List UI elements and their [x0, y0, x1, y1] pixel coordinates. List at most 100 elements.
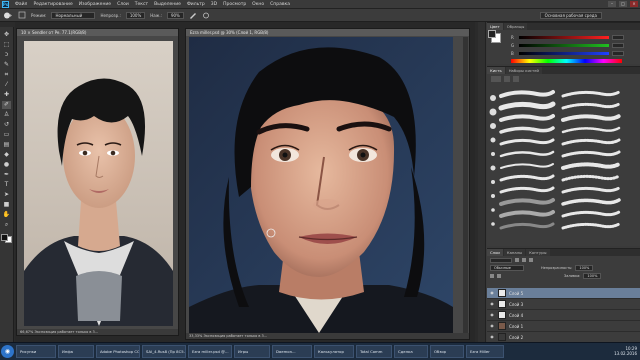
- blue-slider-row[interactable]: B: [487, 49, 640, 57]
- path-select-tool-icon[interactable]: ➤: [2, 191, 11, 199]
- quick-select-tool-icon[interactable]: ✎: [2, 61, 11, 69]
- lock-position-icon[interactable]: [497, 274, 501, 278]
- fg-swatch[interactable]: [488, 30, 496, 38]
- minimize-button[interactable]: –: [608, 1, 616, 7]
- brush-grid-icon[interactable]: [504, 76, 510, 82]
- eyedropper-tool-icon[interactable]: ⁄: [2, 81, 11, 89]
- dodge-tool-icon[interactable]: ●: [2, 161, 11, 169]
- mode-select[interactable]: Нормальный: [51, 11, 96, 19]
- taskbar-item[interactable]: Инфа: [58, 345, 94, 358]
- menu-layers[interactable]: Слои: [117, 2, 129, 7]
- taskbar-item[interactable]: Обзор: [430, 345, 464, 358]
- brush-presets-grid[interactable]: [487, 84, 637, 244]
- maximize-button[interactable]: □: [619, 1, 627, 7]
- menu-3d[interactable]: 3D: [211, 2, 217, 7]
- brush-preset-icon[interactable]: [3, 11, 13, 20]
- painting-document-title[interactable]: Ezra miller.psd @ 30% (Слой 1, RGB/8): [186, 29, 469, 36]
- layer-name[interactable]: Слой 3: [509, 302, 523, 307]
- tab-brush-presets[interactable]: Наборы кистей: [505, 67, 543, 74]
- red-value[interactable]: [612, 34, 624, 40]
- painting-document-window[interactable]: Ezra miller.psd @ 30% (Слой 1, RGB/8) 33…: [185, 28, 470, 340]
- lasso-tool-icon[interactable]: ↄ: [2, 51, 11, 59]
- filter-type-icon[interactable]: [529, 258, 533, 262]
- menu-file[interactable]: Файл: [15, 2, 27, 7]
- layer-name[interactable]: Слой 5: [509, 291, 523, 296]
- system-tray-clock[interactable]: 10:29 13.02.2016: [614, 346, 637, 356]
- taskbar-item[interactable]: Ezra miller.psd @...: [188, 345, 232, 358]
- lock-icon[interactable]: [490, 274, 494, 278]
- gradient-tool-icon[interactable]: ▤: [2, 141, 11, 149]
- tab-color[interactable]: Цвет: [487, 23, 503, 30]
- taskbar-item[interactable]: Игры: [234, 345, 270, 358]
- brush-tool-icon[interactable]: ✐: [2, 101, 11, 109]
- workspace-select[interactable]: Основная рабочая среда: [539, 12, 602, 19]
- layer-name[interactable]: Слой 1: [509, 324, 523, 329]
- taskbar-item[interactable]: Калькулятор: [314, 345, 354, 358]
- hand-tool-icon[interactable]: ✋: [2, 211, 11, 219]
- move-tool-icon[interactable]: ✥: [2, 31, 11, 39]
- reference-document-title[interactable]: 10 × Sendler от Pe. 77.1(RGB/8): [17, 29, 178, 36]
- history-brush-tool-icon[interactable]: ↺: [2, 121, 11, 129]
- menu-view[interactable]: Просмотр: [223, 2, 246, 7]
- blue-value[interactable]: [612, 50, 624, 56]
- marquee-tool-icon[interactable]: ⬚: [2, 41, 11, 49]
- tab-channels[interactable]: Каналы: [503, 249, 526, 256]
- brush-options-icon[interactable]: [491, 76, 501, 82]
- layer-name[interactable]: Слой 4: [509, 313, 523, 318]
- blur-tool-icon[interactable]: ◆: [2, 151, 11, 159]
- layer-opacity-field[interactable]: 100%: [575, 265, 594, 271]
- menu-help[interactable]: Справка: [270, 2, 290, 7]
- eye-icon[interactable]: ◉: [489, 290, 495, 296]
- filter-pixel-icon[interactable]: [515, 258, 519, 262]
- red-slider-row[interactable]: R: [487, 33, 640, 41]
- stamp-tool-icon[interactable]: ♙: [2, 111, 11, 119]
- layer-row[interactable]: ◉ Слой 5: [487, 288, 640, 299]
- brush-list-icon[interactable]: [513, 76, 519, 82]
- eye-icon[interactable]: ◉: [489, 323, 495, 329]
- tab-swatches[interactable]: Образцы: [503, 23, 528, 30]
- painting-canvas[interactable]: [189, 37, 453, 333]
- green-slider-row[interactable]: G: [487, 41, 640, 49]
- tab-brush[interactable]: Кисть: [487, 67, 505, 74]
- color-spectrum-bar[interactable]: [511, 59, 622, 63]
- taskbar-item[interactable]: Daemon...: [272, 345, 312, 358]
- eye-icon[interactable]: ◉: [489, 301, 495, 307]
- taskbar-item[interactable]: Ezra Miller: [466, 345, 504, 358]
- blend-mode-select[interactable]: Обычные: [490, 265, 524, 271]
- layer-row[interactable]: ◉ Слой 1: [487, 321, 640, 332]
- flow-field[interactable]: 90%: [166, 11, 184, 19]
- taskbar-item[interactable]: Adobe Photoshop CC: [96, 345, 140, 358]
- menu-window[interactable]: Окно: [252, 2, 264, 7]
- fill-field[interactable]: 100%: [583, 273, 602, 279]
- tab-paths[interactable]: Контуры: [526, 249, 550, 256]
- layer-row[interactable]: ◉ Слой 4: [487, 310, 640, 321]
- menu-type[interactable]: Текст: [135, 2, 148, 7]
- green-slider-track[interactable]: [519, 43, 609, 47]
- brush-panel-toggle-icon[interactable]: [18, 11, 26, 20]
- menu-filter[interactable]: Фильтр: [187, 2, 205, 7]
- menu-image[interactable]: Изображение: [79, 2, 111, 7]
- pressure-icon[interactable]: [202, 11, 210, 20]
- reference-document-window[interactable]: 10 × Sendler от Pe. 77.1(RGB/8) 66,67% Э…: [16, 28, 179, 336]
- close-button[interactable]: ×: [630, 1, 638, 7]
- filter-adjust-icon[interactable]: [522, 258, 526, 262]
- taskbar-item[interactable]: Рисунки: [16, 345, 56, 358]
- menu-edit[interactable]: Редактирование: [33, 2, 72, 7]
- tab-layers[interactable]: Слои: [487, 249, 503, 256]
- healing-tool-icon[interactable]: ✚: [2, 91, 11, 99]
- eraser-tool-icon[interactable]: ▭: [2, 131, 11, 139]
- brush-dots[interactable]: [489, 95, 497, 226]
- layer-filter-select[interactable]: [490, 257, 512, 263]
- type-tool-icon[interactable]: T: [2, 181, 11, 189]
- green-value[interactable]: [612, 42, 624, 48]
- start-button[interactable]: ◉: [1, 345, 14, 358]
- taskbar-item[interactable]: Total Comm: [356, 345, 392, 358]
- layer-name[interactable]: Слой 2: [509, 335, 523, 340]
- airbrush-icon[interactable]: [189, 11, 197, 20]
- brush-strokes-column-1[interactable]: [498, 90, 556, 230]
- brush-strokes-column-2[interactable]: [561, 90, 621, 230]
- crop-tool-icon[interactable]: ⌗: [2, 71, 11, 79]
- taskbar-item[interactable]: SAI_4.Rus8 (Пр 8C5...): [142, 345, 186, 358]
- red-slider-track[interactable]: [519, 35, 609, 39]
- blue-slider-track[interactable]: [519, 51, 609, 55]
